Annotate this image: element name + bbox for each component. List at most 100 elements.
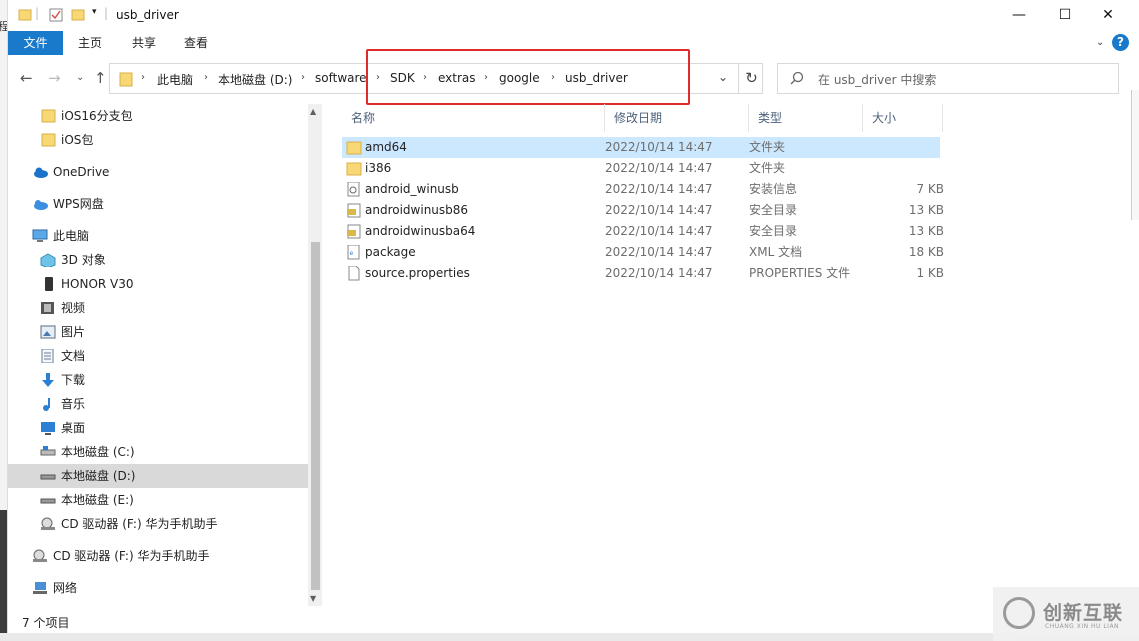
sidebar-item-this-pc[interactable]: 此电脑: [8, 224, 308, 248]
file-row[interactable]: source.properties 2022/10/14 14:47 PROPE…: [342, 263, 944, 284]
drive-icon: [40, 446, 56, 456]
security-catalog-icon: [347, 203, 361, 218]
up-arrow-icon[interactable]: ↑: [94, 69, 107, 87]
sidebar-item-drive-d[interactable]: 本地磁盘 (D:): [8, 464, 308, 488]
maximize-button[interactable]: ☐: [1042, 0, 1088, 30]
folder-icon: [41, 109, 56, 123]
folder-icon: [346, 162, 362, 176]
this-pc-icon: [32, 229, 48, 242]
background-window-strip: 程: [0, 0, 8, 641]
window-title: usb_driver: [116, 8, 179, 22]
file-row[interactable]: amd64 2022/10/14 14:47 文件夹: [342, 137, 940, 158]
status-bar: 7 个项目: [8, 606, 1131, 633]
file-row[interactable]: e package 2022/10/14 14:47 XML 文档 18 KB: [342, 242, 944, 263]
address-history-chevron-icon[interactable]: ⌄: [718, 70, 728, 84]
help-icon[interactable]: ?: [1112, 34, 1129, 51]
file-row[interactable]: i386 2022/10/14 14:47 文件夹: [342, 158, 940, 179]
folder-icon: [41, 133, 56, 147]
video-icon: [41, 302, 54, 314]
desktop-icon: [41, 422, 55, 435]
security-catalog-icon: [347, 224, 361, 239]
explorer-window: | ▾ | usb_driver — ☐ ✕ 文件 主页 共享 查看 ⌄ ? ←…: [8, 0, 1131, 633]
sidebar-item-pictures[interactable]: 图片: [8, 320, 308, 344]
sidebar-item-3d-objects[interactable]: 3D 对象: [8, 248, 308, 272]
tab-share[interactable]: 共享: [122, 31, 166, 55]
sidebar-item-honor[interactable]: HONOR V30: [8, 272, 308, 296]
tab-home[interactable]: 主页: [68, 31, 112, 55]
folder-icon: [119, 72, 133, 87]
back-arrow-icon[interactable]: ←: [20, 69, 33, 87]
search-box[interactable]: 在 usb_driver 中搜索: [777, 63, 1119, 94]
sidebar-item-downloads[interactable]: 下载: [8, 368, 308, 392]
properties-icon[interactable]: [49, 8, 63, 22]
file-list: 名称 修改日期 类型 大小 amd64 2022/10/14 14:47 文件夹…: [332, 104, 1131, 606]
sidebar-item-ios16[interactable]: iOS16分支包: [8, 104, 308, 128]
breadcrumb-this-pc[interactable]: 此电脑: [157, 71, 193, 88]
tab-file[interactable]: 文件: [8, 31, 63, 55]
expand-ribbon-chevron-icon[interactable]: ⌄: [1096, 37, 1104, 48]
search-icon: [790, 71, 804, 85]
sidebar-item-drive-c[interactable]: 本地磁盘 (C:): [8, 440, 308, 464]
setup-info-icon: [347, 182, 360, 197]
recent-locations-chevron-icon[interactable]: ⌄: [76, 72, 84, 83]
sidebar-item-ios[interactable]: iOS包: [8, 128, 308, 152]
item-count: 7 个项目: [22, 616, 70, 630]
tab-view[interactable]: 查看: [174, 31, 218, 55]
sidebar-item-onedrive[interactable]: OneDrive: [8, 160, 308, 184]
sidebar-item-drive-e[interactable]: 本地磁盘 (E:): [8, 488, 308, 512]
file-row[interactable]: android_winusb 2022/10/14 14:47 安装信息 7 K…: [342, 179, 944, 200]
file-icon: [348, 266, 360, 281]
sidebar-item-cd-drive[interactable]: CD 驱动器 (F:) 华为手机助手: [8, 512, 308, 536]
cd-drive-icon: [33, 549, 47, 562]
background-dark-panel: [0, 510, 7, 641]
sidebar-item-documents[interactable]: 文档: [8, 344, 308, 368]
scrollbar-thumb[interactable]: [311, 242, 320, 590]
sidebar-item-music[interactable]: 音乐: [8, 392, 308, 416]
column-header-date[interactable]: 修改日期: [605, 104, 749, 132]
column-header-size[interactable]: 大小: [863, 104, 943, 132]
sidebar-item-videos[interactable]: 视频: [8, 296, 308, 320]
onedrive-cloud-icon: [34, 167, 48, 178]
column-header-name[interactable]: 名称: [342, 104, 605, 132]
sidebar-scrollbar[interactable]: ▲ ▼: [308, 104, 322, 606]
xml-file-icon: e: [347, 245, 360, 260]
folder-icon: [346, 141, 362, 155]
forward-arrow-icon[interactable]: →: [48, 69, 61, 87]
scroll-down-arrow-icon[interactable]: ▼: [310, 594, 316, 603]
sidebar-item-desktop[interactable]: 桌面: [8, 416, 308, 440]
svg-text:e: e: [350, 250, 354, 257]
scroll-up-arrow-icon[interactable]: ▲: [310, 107, 316, 116]
customize-quick-access-dropdown[interactable]: ▾: [92, 7, 97, 17]
wps-cloud-icon: [34, 200, 48, 210]
pictures-icon: [40, 325, 56, 339]
sidebar-item-wps[interactable]: WPS网盘: [8, 192, 308, 216]
refresh-icon[interactable]: ↻: [738, 64, 764, 93]
file-row[interactable]: androidwinusba64 2022/10/14 14:47 安全目录 1…: [342, 221, 944, 242]
new-folder-icon[interactable]: [71, 8, 85, 22]
drive-icon: [40, 474, 56, 480]
documents-icon: [41, 349, 54, 363]
column-header-type[interactable]: 类型: [749, 104, 863, 132]
3d-objects-icon: [40, 253, 56, 267]
chevron-right-icon[interactable]: ›: [141, 72, 145, 83]
chevron-right-icon[interactable]: ›: [301, 72, 305, 83]
sidebar-item-cd-drive-root[interactable]: CD 驱动器 (F:) 华为手机助手: [8, 544, 308, 568]
taskbar-strip: [0, 633, 1139, 641]
sidebar-item-network[interactable]: 网络: [8, 576, 308, 600]
file-row[interactable]: androidwinusb86 2022/10/14 14:47 安全目录 13…: [342, 200, 944, 221]
close-button[interactable]: ✕: [1085, 0, 1131, 30]
network-icon: [33, 582, 47, 594]
chevron-right-icon[interactable]: ›: [204, 72, 208, 83]
search-placeholder: 在 usb_driver 中搜索: [818, 73, 937, 87]
title-bar: | ▾ | usb_driver — ☐ ✕: [8, 0, 1131, 30]
breadcrumb-drive-d[interactable]: 本地磁盘 (D:): [218, 71, 292, 88]
cd-drive-icon: [41, 517, 55, 530]
highlight-annotation-box: [366, 49, 690, 105]
phone-icon: [45, 277, 53, 291]
minimize-button[interactable]: —: [996, 0, 1042, 30]
folder-icon: [18, 9, 32, 21]
watermark-circle-icon: [1003, 597, 1035, 629]
watermark-logo: 创新互联 CHUANG XIN HU LIAN: [993, 587, 1139, 641]
breadcrumb-software[interactable]: software: [315, 71, 367, 85]
drive-icon: [40, 498, 56, 504]
